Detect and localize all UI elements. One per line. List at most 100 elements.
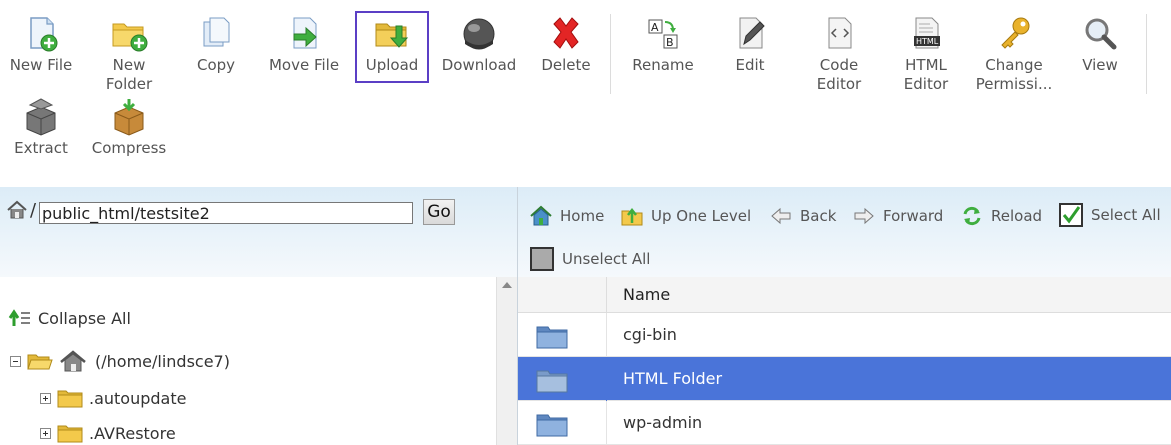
upload-icon xyxy=(372,14,412,54)
nav-unselect-all-button[interactable]: Unselect All xyxy=(530,247,650,271)
expand-toggle[interactable] xyxy=(40,393,51,404)
extract-icon xyxy=(21,97,61,137)
code-editor-button[interactable]: Code Editor xyxy=(806,0,872,94)
nav-select-all-label: Select All xyxy=(1091,206,1161,224)
move-file-label: Move File xyxy=(268,56,340,74)
nav-reload-label: Reload xyxy=(991,207,1043,225)
edit-button[interactable]: Edit xyxy=(722,0,778,75)
copy-button[interactable]: Copy xyxy=(183,0,249,75)
row-icon-cell xyxy=(518,401,607,445)
html-icon-text: HTML xyxy=(916,37,939,46)
copy-label: Copy xyxy=(196,56,236,74)
file-table: Name cgi-bin HTML Folder wp-admin xyxy=(517,277,1171,445)
folder-tree: Collapse All (/home/lindsce7) .autoupdat… xyxy=(0,277,517,445)
checked-box-icon xyxy=(1059,203,1083,227)
nav-reload-button[interactable]: Reload xyxy=(961,205,1042,227)
nav-back-button[interactable]: Back xyxy=(770,205,836,227)
expand-toggle[interactable] xyxy=(40,428,51,439)
scroll-up-arrow-icon[interactable] xyxy=(502,282,512,288)
new-folder-label: New Folder xyxy=(105,56,153,93)
move-file-button[interactable]: Move File xyxy=(265,0,343,75)
rename-label: Rename xyxy=(632,56,694,74)
download-label: Download xyxy=(441,56,517,74)
tree-scrollbar[interactable] xyxy=(496,277,517,445)
nav-home-button[interactable]: Home xyxy=(530,205,604,227)
header-icon-column xyxy=(518,277,607,313)
delete-icon xyxy=(546,14,586,54)
nav-up-one-level-button[interactable]: Up One Level xyxy=(621,205,751,227)
change-permissions-label: Change Permissi... xyxy=(975,56,1053,93)
folder-icon xyxy=(57,424,83,443)
new-folder-button[interactable]: New Folder xyxy=(94,0,164,94)
path-input[interactable] xyxy=(39,202,413,224)
file-name: wp-admin xyxy=(623,413,703,432)
folder-icon xyxy=(536,414,568,437)
collapse-all-icon xyxy=(8,308,32,328)
tree-item-label: .autoupdate xyxy=(89,389,187,408)
extract-button[interactable]: Extract xyxy=(8,97,74,158)
new-file-icon xyxy=(21,14,61,54)
folder-open-icon xyxy=(27,352,53,371)
home-icon[interactable] xyxy=(6,200,28,220)
download-button[interactable]: Download xyxy=(439,0,519,75)
file-name: HTML Folder xyxy=(623,369,723,388)
tree-root-item[interactable]: (/home/lindsce7) xyxy=(10,350,230,372)
home-icon xyxy=(530,205,552,227)
go-button[interactable]: Go xyxy=(423,199,455,225)
delete-button[interactable]: Delete xyxy=(536,0,596,75)
html-editor-label: HTML Editor xyxy=(903,56,949,93)
collapse-toggle[interactable] xyxy=(10,355,21,367)
svg-text:B: B xyxy=(666,36,674,49)
extract-label: Extract xyxy=(14,139,68,157)
upload-button[interactable]: Upload xyxy=(357,0,427,75)
nav-bar: Home Up One Level Back Forward Reload Se… xyxy=(517,187,1171,277)
change-permissions-button[interactable]: Change Permissi... xyxy=(972,0,1056,94)
download-icon xyxy=(459,14,499,54)
row-icon-cell xyxy=(518,357,607,401)
file-name: cgi-bin xyxy=(623,325,677,344)
html-editor-button[interactable]: HTML HTML Editor xyxy=(893,0,959,94)
table-row-selected[interactable]: HTML Folder xyxy=(518,357,1171,401)
edit-label: Edit xyxy=(735,56,765,74)
new-file-button[interactable]: New File xyxy=(6,0,76,75)
tree-item[interactable]: .AVRestore xyxy=(40,424,176,443)
rename-button[interactable]: A B Rename xyxy=(628,0,698,75)
tree-item[interactable]: .autoupdate xyxy=(40,389,186,408)
toolbar-separator xyxy=(610,14,611,94)
magnifier-icon xyxy=(1080,14,1120,54)
column-header-name[interactable]: Name xyxy=(623,285,670,304)
new-folder-icon xyxy=(109,14,149,54)
row-icon-cell xyxy=(518,313,607,357)
nav-unselect-all-label: Unselect All xyxy=(562,250,651,268)
folder-icon xyxy=(57,389,83,408)
collapse-all-label: Collapse All xyxy=(38,308,131,328)
compress-label: Compress xyxy=(91,139,167,157)
folder-icon xyxy=(536,326,568,349)
copy-icon xyxy=(196,14,236,54)
arrow-right-icon xyxy=(853,205,875,227)
edit-icon xyxy=(730,14,770,54)
view-button[interactable]: View xyxy=(1072,0,1128,75)
html-editor-icon: HTML xyxy=(906,14,946,54)
collapse-all-button[interactable]: Collapse All xyxy=(8,308,131,328)
delete-label: Delete xyxy=(541,56,591,74)
arrow-left-icon xyxy=(770,205,792,227)
nav-forward-button[interactable]: Forward xyxy=(853,205,943,227)
compress-button[interactable]: Compress xyxy=(89,97,169,158)
toolbar: New File New Folder Copy Move File Uploa… xyxy=(0,0,1171,187)
nav-select-all-button[interactable]: Select All xyxy=(1059,203,1161,227)
view-label: View xyxy=(1082,56,1118,74)
code-editor-label: Code Editor xyxy=(816,56,862,93)
nav-back-label: Back xyxy=(800,207,837,225)
folder-icon xyxy=(536,370,568,393)
svg-text:A: A xyxy=(651,21,659,34)
tree-root-label: (/home/lindsce7) xyxy=(95,351,230,371)
folder-up-icon xyxy=(621,205,643,227)
table-row[interactable]: cgi-bin xyxy=(518,313,1171,357)
nav-up-one-level-label: Up One Level xyxy=(651,207,752,225)
table-header: Name xyxy=(518,277,1171,313)
new-file-label: New File xyxy=(9,56,73,74)
key-icon xyxy=(994,14,1034,54)
table-row[interactable]: wp-admin xyxy=(518,401,1171,445)
reload-icon xyxy=(961,205,983,227)
